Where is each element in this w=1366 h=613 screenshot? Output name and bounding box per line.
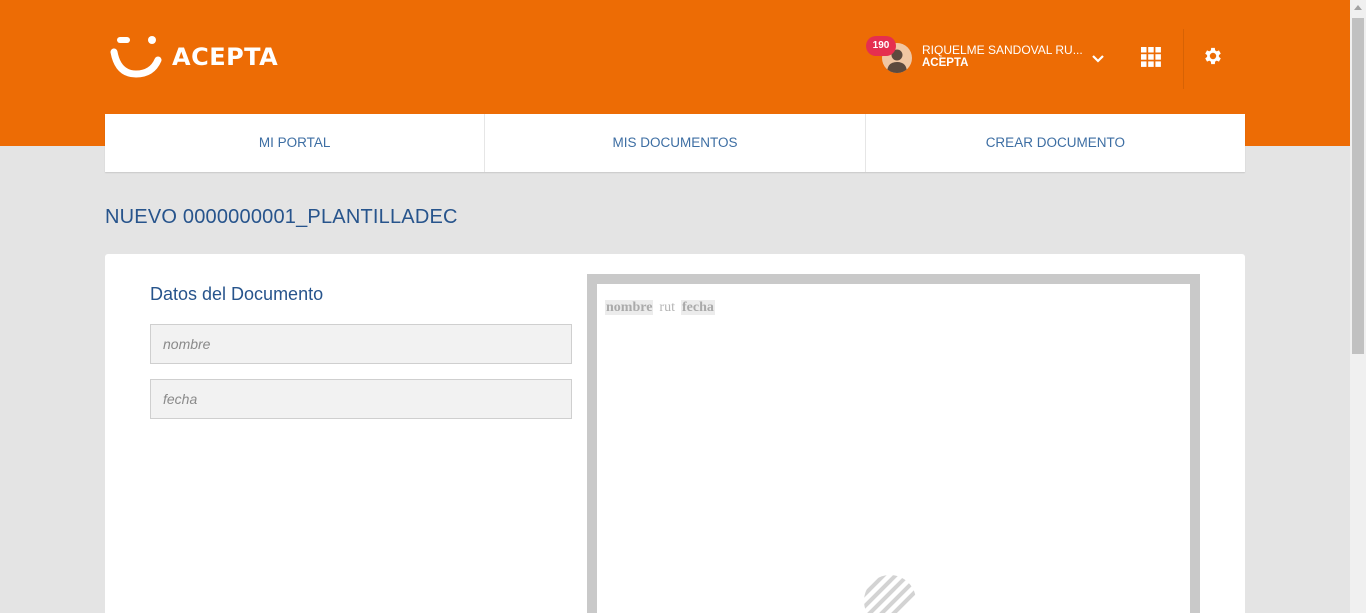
tab-mis-documentos[interactable]: MIS DOCUMENTOS bbox=[485, 114, 866, 172]
preview-token-rut: rut bbox=[659, 300, 675, 315]
document-preview[interactable]: nombre rut fecha bbox=[597, 284, 1190, 613]
tab-mi-portal[interactable]: MI PORTAL bbox=[105, 114, 486, 172]
fecha-field[interactable] bbox=[150, 379, 572, 419]
page-title: NUEVO 0000000001_PLANTILLADEC bbox=[105, 206, 458, 228]
document-preview-frame: nombre rut fecha bbox=[587, 274, 1200, 613]
logo-text: ACEPTA bbox=[172, 43, 279, 71]
acepta-logo-icon bbox=[110, 36, 162, 78]
user-menu[interactable]: 190 RIQUELME SANDOVAL RU... ACEPTA bbox=[866, 36, 1106, 80]
tab-crear-documento[interactable]: CREAR DOCUMENTO bbox=[866, 114, 1245, 172]
gear-icon[interactable] bbox=[1202, 45, 1224, 67]
nombre-field[interactable] bbox=[150, 324, 572, 364]
scroll-thumb[interactable] bbox=[1352, 18, 1364, 354]
document-card: Datos del Documento nombre rut fecha bbox=[105, 254, 1245, 613]
acepta-logo[interactable]: ACEPTA bbox=[110, 34, 278, 80]
preview-token-fecha: fecha bbox=[680, 300, 715, 315]
notifications-badge[interactable]: 190 bbox=[866, 36, 896, 56]
page-scrollbar[interactable] bbox=[1350, 0, 1366, 613]
preview-token-nombre: nombre bbox=[605, 300, 654, 315]
scroll-up-arrow-icon[interactable] bbox=[1354, 5, 1362, 10]
chevron-down-icon[interactable] bbox=[1090, 50, 1106, 66]
section-title: Datos del Documento bbox=[150, 284, 324, 304]
user-organization: ACEPTA bbox=[922, 57, 969, 69]
user-name: RIQUELME SANDOVAL RU... bbox=[922, 43, 1082, 57]
header-divider bbox=[1183, 29, 1184, 89]
apps-grid-icon[interactable] bbox=[1141, 47, 1161, 67]
loading-icon bbox=[864, 575, 916, 613]
preview-text-line: nombre rut fecha bbox=[605, 300, 715, 316]
main-nav: MI PORTAL MIS DOCUMENTOS CREAR DOCUMENTO bbox=[105, 114, 1245, 172]
